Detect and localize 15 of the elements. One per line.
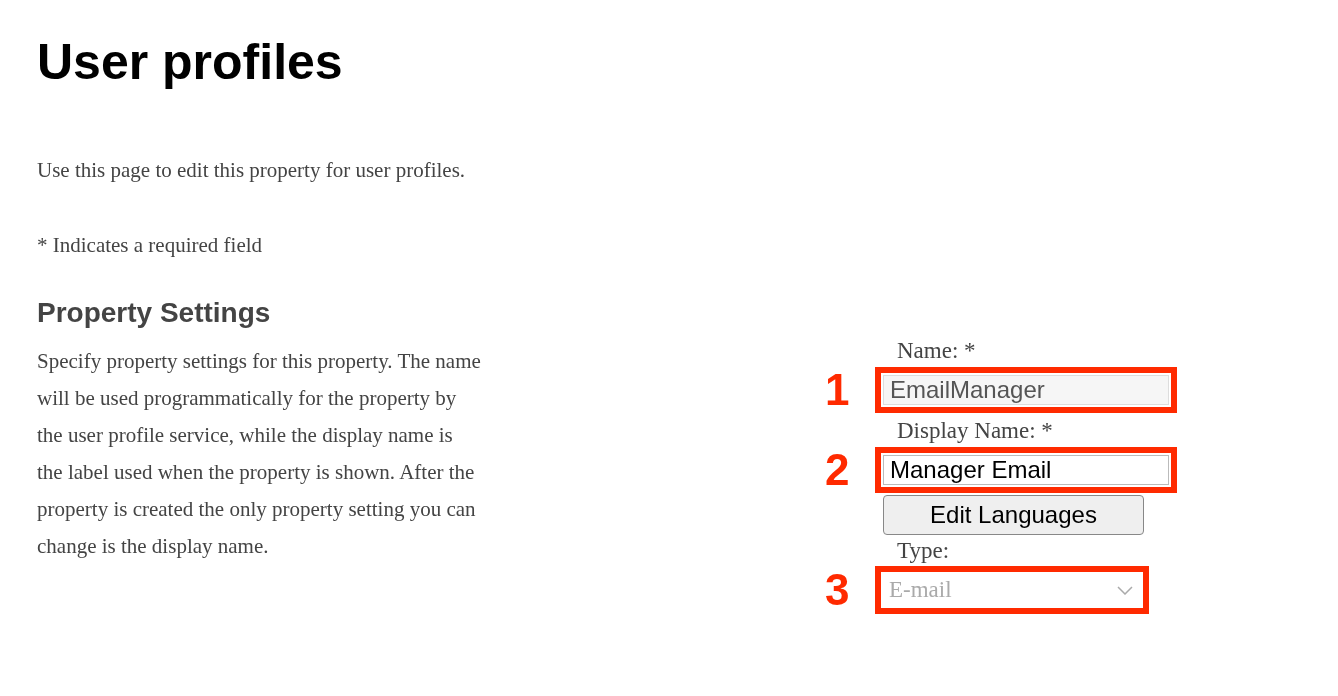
section-description: Specify property settings for this property. The name will be used programmatically for the property by the user profile service, while the display name is the label used when the property is shown. After the property is created the only property setting you can change is the display name. [37,348,482,560]
chevron-down-icon [1117,585,1133,595]
text-field[interactable]: Manager Email [883,455,1169,485]
required-note: * Indicates a required field [37,232,264,259]
field-label: Type: [897,537,951,565]
field-label: Name: * [897,337,977,365]
intro-text: Use this page to edit this property for user profiles. [37,157,467,184]
section-heading: Property Settings [37,296,272,330]
callout-number: 3 [825,565,851,615]
callout-number: 2 [825,445,851,495]
edit-languages-button[interactable]: Edit Languages [883,495,1144,535]
callout-number: 1 [825,365,851,415]
page-title: User profiles [37,33,344,92]
field-label: Display Name: * [897,417,1054,445]
dropdown-value: E-mail [889,577,952,603]
